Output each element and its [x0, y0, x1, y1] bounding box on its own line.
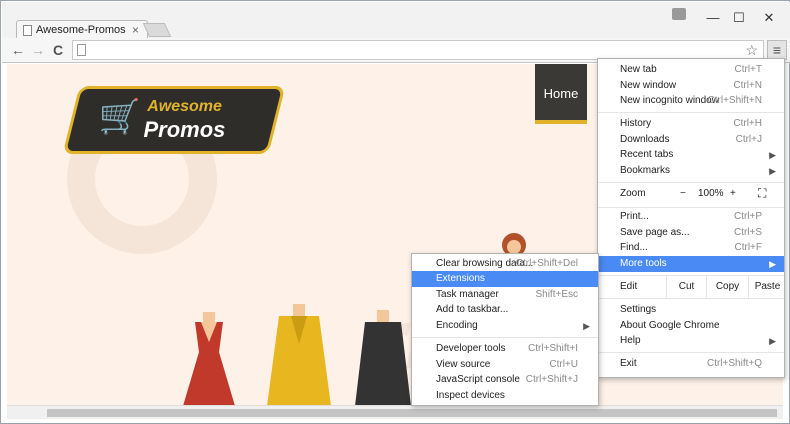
- maximize-button[interactable]: ☐: [728, 10, 750, 26]
- page-icon: [77, 44, 86, 56]
- logo-text-promos: Promos: [143, 117, 226, 142]
- chrome-menu-button[interactable]: ≡: [767, 40, 787, 60]
- horizontal-scrollbar[interactable]: [7, 405, 783, 419]
- menu-separator: [598, 352, 784, 353]
- menu-item-downloads[interactable]: Downloads Ctrl+J: [598, 132, 784, 148]
- menu-item-inspect-devices[interactable]: Inspect devices: [412, 388, 598, 404]
- nav-home[interactable]: Home: [535, 64, 587, 124]
- menu-item-developer-tools[interactable]: Developer tools Ctrl+Shift+I: [412, 341, 598, 357]
- menu-item-javascript-console[interactable]: JavaScript console Ctrl+Shift+J: [412, 372, 598, 388]
- menu-item-help[interactable]: Help ▶: [598, 333, 784, 349]
- zoom-out-button[interactable]: −: [680, 188, 686, 199]
- submenu-arrow-icon: ▶: [583, 321, 590, 331]
- menu-item-add-to-taskbar[interactable]: Add to taskbar...: [412, 302, 598, 318]
- user-icon[interactable]: [672, 8, 686, 20]
- fullscreen-icon[interactable]: ⛶: [758, 186, 766, 201]
- menu-separator: [412, 337, 598, 338]
- menu-separator: [598, 298, 784, 299]
- menu-item-new-tab[interactable]: New tab Ctrl+T: [598, 62, 784, 78]
- zoom-row: Zoom − 100% + ⛶: [598, 183, 784, 205]
- menu-item-recent-tabs[interactable]: Recent tabs ▶: [598, 147, 784, 163]
- menu-item-new-incognito-window[interactable]: New incognito window Ctrl+Shift+N: [598, 93, 784, 109]
- menu-item-history[interactable]: History Ctrl+H: [598, 116, 784, 132]
- copy-button[interactable]: Copy: [706, 276, 748, 298]
- submenu-arrow-icon: ▶: [769, 166, 776, 176]
- page-icon: [23, 25, 32, 36]
- chrome-main-menu: New tab Ctrl+T New window Ctrl+N New incog…: [597, 58, 785, 378]
- cart-icon: 🛒: [98, 98, 142, 136]
- site-logo[interactable]: 🛒 Awesome Promos: [62, 86, 286, 154]
- menu-item-find[interactable]: Find... Ctrl+F: [598, 240, 784, 256]
- menu-item-clear-browsing-data[interactable]: Clear browsing data... Ctrl+Shift+Del: [412, 256, 598, 272]
- black-dress-image: [355, 310, 411, 405]
- minimize-button[interactable]: —: [702, 10, 724, 26]
- more-tools-submenu: Clear browsing data... Ctrl+Shift+Del Ext…: [411, 253, 599, 406]
- paste-button[interactable]: Paste: [748, 276, 786, 298]
- menu-item-settings[interactable]: Settings: [598, 302, 784, 318]
- submenu-arrow-icon: ▶: [769, 150, 776, 160]
- forward-arrow-icon[interactable]: →: [30, 41, 46, 59]
- browser-window: Awesome-Promos × — ☐ ✕ ← → C ☆ ≡ risk 🛒 …: [0, 0, 790, 424]
- menu-item-bookmarks[interactable]: Bookmarks ▶: [598, 163, 784, 179]
- menu-separator: [598, 207, 784, 208]
- logo-text-awesome: Awesome: [147, 98, 222, 115]
- menu-item-about-chrome[interactable]: About Google Chrome: [598, 318, 784, 334]
- edit-label: Edit: [620, 281, 638, 292]
- submenu-arrow-icon: ▶: [769, 336, 776, 346]
- submenu-arrow-icon: ▶: [769, 259, 776, 269]
- menu-item-exit[interactable]: Exit Ctrl+Shift+Q: [598, 356, 784, 372]
- menu-item-view-source[interactable]: View source Ctrl+U: [412, 357, 598, 373]
- zoom-value: 100%: [698, 188, 724, 199]
- reload-icon[interactable]: C: [50, 41, 66, 59]
- menu-item-more-tools[interactable]: More tools ▶: [598, 256, 784, 272]
- menu-item-encoding[interactable]: Encoding ▶: [412, 318, 598, 334]
- browser-tab[interactable]: Awesome-Promos ×: [16, 20, 148, 40]
- edit-row: Edit Cut Copy Paste: [598, 276, 784, 298]
- back-arrow-icon[interactable]: ←: [10, 41, 26, 59]
- menu-item-task-manager[interactable]: Task manager Shift+Esc: [412, 287, 598, 303]
- red-dress-image: [183, 312, 235, 405]
- menu-item-new-window[interactable]: New window Ctrl+N: [598, 78, 784, 94]
- tab-title: Awesome-Promos: [36, 24, 126, 36]
- address-bar[interactable]: ☆: [72, 40, 764, 60]
- bookmark-star-icon[interactable]: ☆: [745, 42, 758, 59]
- yellow-coat-image: [267, 304, 331, 405]
- scrollbar-thumb[interactable]: [47, 409, 777, 417]
- tab-close-icon[interactable]: ×: [132, 23, 139, 37]
- menu-item-extensions[interactable]: Extensions: [412, 271, 598, 287]
- zoom-in-button[interactable]: +: [730, 188, 736, 199]
- menu-separator: [598, 112, 784, 113]
- menu-item-save-page-as[interactable]: Save page as... Ctrl+S: [598, 225, 784, 241]
- menu-item-print[interactable]: Print... Ctrl+P: [598, 209, 784, 225]
- title-bar: Awesome-Promos × — ☐ ✕: [2, 2, 790, 40]
- cut-button[interactable]: Cut: [666, 276, 706, 298]
- close-button[interactable]: ✕: [758, 10, 780, 26]
- zoom-label: Zoom: [620, 188, 646, 199]
